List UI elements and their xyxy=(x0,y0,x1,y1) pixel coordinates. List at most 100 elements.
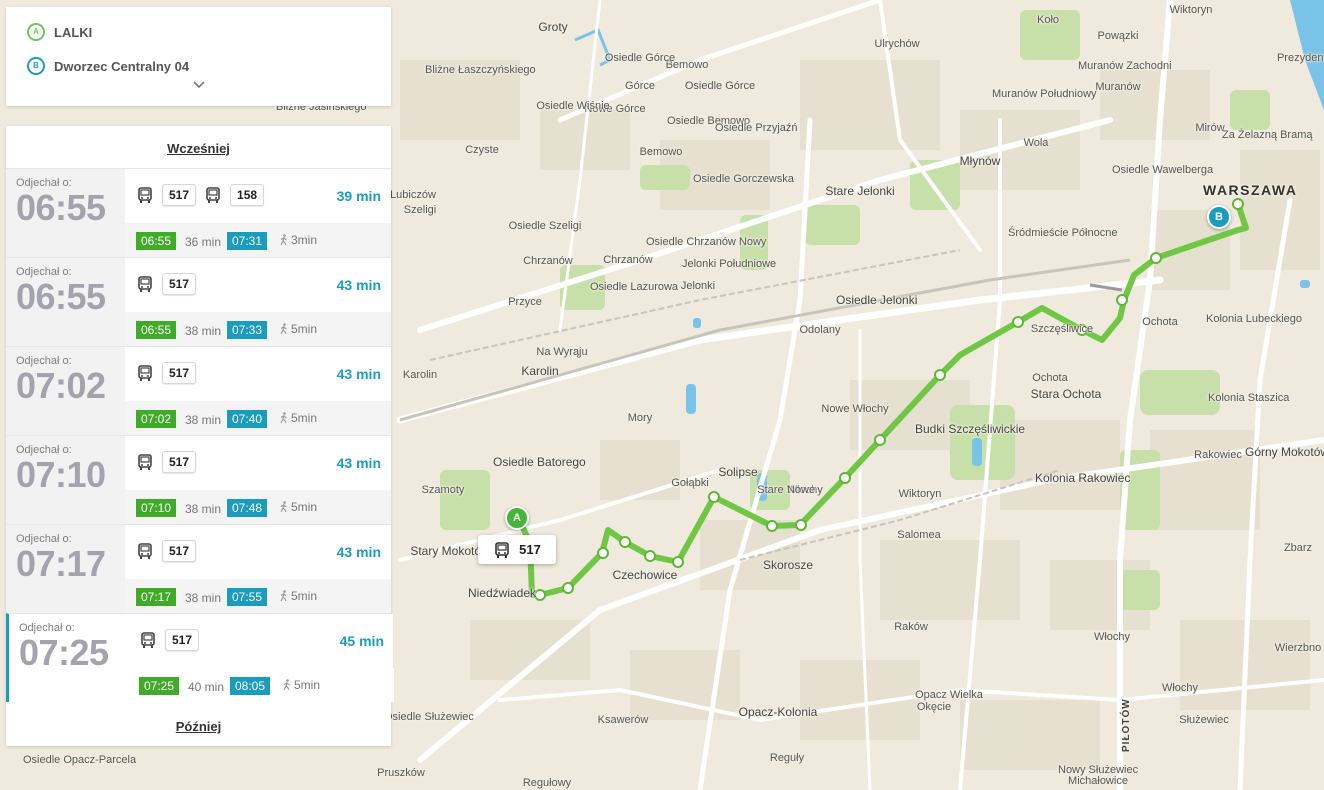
origin-stop[interactable]: A LALKI xyxy=(27,23,92,41)
trip-details: 517 43 min 06:55 38 min 07:33 5min xyxy=(125,258,391,346)
map-road-label: PIŁOTÓW xyxy=(1121,698,1132,752)
origin-badge: A xyxy=(27,23,45,41)
map-place-label: Osiedle Opacz-Parcela xyxy=(23,754,137,766)
depart-time-badge: 07:02 xyxy=(136,410,177,428)
map-place-label: Ulrychów xyxy=(874,38,920,50)
line-list: 517 xyxy=(136,540,197,562)
trip-duration: 39 min xyxy=(336,188,381,204)
map-place-label: Osiedle Wiśnie xyxy=(536,100,610,112)
ride-duration: 38 min xyxy=(185,413,222,427)
map-place-label: Powązki xyxy=(1097,30,1139,42)
map-place-label: Szeligi xyxy=(403,204,437,216)
destination-name: Dworzec Centralny 04 xyxy=(54,58,190,74)
map-place-label: Wierzbno xyxy=(1274,642,1322,654)
route-stops-panel: A LALKI B Dworzec Centralny 04 xyxy=(6,7,391,106)
line-badge: 517 xyxy=(162,451,197,473)
ride-duration: 40 min xyxy=(188,680,225,694)
map-place-label: Prezydenckie xyxy=(1276,52,1324,64)
trip-details: 517 45 min 07:25 40 min 08:05 5min xyxy=(128,614,394,702)
map-place-label: Ochota xyxy=(1032,372,1068,384)
later-link[interactable]: Później xyxy=(6,719,391,734)
departure-block: Odjechał o: 06:55 xyxy=(6,258,125,346)
departure-block: Odjechał o: 07:10 xyxy=(6,436,125,524)
result-row[interactable]: Odjechał o: 06:55 517 158 39 min 06:55 36 min 0… xyxy=(6,168,391,257)
map-place-label: Zbarz xyxy=(1283,542,1313,554)
result-row[interactable]: Odjechał o: 06:55 517 43 min 06:55 38 min 07:3… xyxy=(6,257,391,346)
map-place-label: Za Żelazną Bramą xyxy=(1222,129,1313,141)
map-place-label: Odolany xyxy=(799,324,841,336)
walk-duration: 5min xyxy=(279,589,317,603)
arrival-time-badge: 07:55 xyxy=(227,588,268,606)
map-place-label: Górce xyxy=(625,80,655,92)
result-row[interactable]: Odjechał o: 07:10 517 43 min 07:10 38 min 07:4… xyxy=(6,435,391,524)
ride-duration: 36 min xyxy=(185,235,222,249)
trip-duration: 43 min xyxy=(336,544,381,560)
map-place-label: Kolonia Lubeckiego xyxy=(1206,313,1303,325)
map-place-label: Muranów Południowy xyxy=(992,88,1097,100)
destination-marker[interactable]: B xyxy=(1207,205,1231,229)
departure-block: Odjechał o: 06:55 xyxy=(6,169,125,257)
map-place-label: Opacz-Kolonia xyxy=(738,705,818,719)
walk-time: 5min xyxy=(294,678,321,692)
line-list: 517 xyxy=(136,451,197,473)
map-place-label: Solipse xyxy=(718,465,758,479)
map-place-label: Bliżne Łaszczyńskiego xyxy=(425,64,536,76)
result-row[interactable]: Odjechał o: 07:25 517 45 min 07:25 40 min 08:0… xyxy=(6,613,394,702)
trip-duration: 43 min xyxy=(336,277,381,293)
walk-icon xyxy=(280,323,287,335)
trip-details: 517 43 min 07:10 38 min 07:48 5min xyxy=(125,436,391,524)
map-place-label: Nowe Włochy xyxy=(821,403,889,415)
ride-duration: 38 min xyxy=(185,591,222,605)
map-place-label: Skorosze xyxy=(762,558,814,572)
map-place-label: Osiedle Szeligi xyxy=(508,220,582,232)
trip-details: 517 158 39 min 06:55 36 min 07:31 3min xyxy=(125,169,391,257)
walk-time: 5min xyxy=(291,322,318,336)
walk-duration: 5min xyxy=(282,678,320,692)
trip-duration: 43 min xyxy=(336,366,381,382)
map-place-label: Osiedle Wawelberga xyxy=(1112,164,1214,176)
walk-icon xyxy=(280,501,287,513)
map-line-number: 517 xyxy=(519,542,541,557)
bus-icon xyxy=(141,632,155,648)
map-place-label: Śródmieście Północne xyxy=(1008,227,1118,239)
line-badge: 517 xyxy=(162,362,197,384)
walk-icon xyxy=(280,590,287,602)
result-row[interactable]: Odjechał o: 07:17 517 43 min 07:17 38 min 07:5… xyxy=(6,524,391,613)
walk-icon xyxy=(283,679,290,691)
depart-time-badge: 07:25 xyxy=(139,677,180,695)
map-place-label: Wiktoryn xyxy=(898,488,942,500)
destination-stop[interactable]: B Dworzec Centralny 04 xyxy=(27,57,189,75)
chevron-down-icon[interactable] xyxy=(192,80,206,90)
map-place-label: Bemowo xyxy=(639,146,683,158)
walk-time: 5min xyxy=(291,500,318,514)
map-place-label: Osiedle Chrzanów Nowy xyxy=(646,236,767,248)
map-place-label: Przyce xyxy=(508,296,542,308)
map-place-label: Włochy xyxy=(1161,682,1199,694)
map-place-label: Groty xyxy=(538,20,568,34)
trip-details: 517 43 min 07:17 38 min 07:55 5min xyxy=(125,525,391,613)
map-place-label: Jelonki xyxy=(680,280,716,292)
origin-marker[interactable]: A xyxy=(505,506,529,530)
map-place-label: Mory xyxy=(627,412,653,424)
walk-icon xyxy=(280,412,287,424)
line-list: 517 xyxy=(136,362,197,384)
map-place-label: Kolonia Rakowiec xyxy=(1035,471,1131,485)
map-place-label: Czechowice xyxy=(612,568,678,582)
map-place-label: Służewiec xyxy=(1179,714,1229,726)
walk-time: 3min xyxy=(291,233,318,247)
map-place-label: Pruszków xyxy=(377,767,425,779)
earlier-link[interactable]: Wcześniej xyxy=(6,141,391,156)
map-place-label: Reguły xyxy=(769,752,805,764)
result-row[interactable]: Odjechał o: 07:02 517 43 min 07:02 38 min 07:4… xyxy=(6,346,391,435)
bus-icon xyxy=(495,541,509,558)
map-place-label: Budki Szczęśliwickie xyxy=(915,422,1026,436)
map-place-label: Niedźwiadek xyxy=(467,586,537,600)
bus-icon xyxy=(138,187,152,203)
walk-duration: 3min xyxy=(279,233,317,247)
map-place-label: Muranów Zachodni xyxy=(1078,60,1172,72)
map-place-label: Młynów xyxy=(959,154,1001,168)
map-line-badge[interactable]: 517 xyxy=(478,535,556,564)
map-place-label: Wola xyxy=(1023,137,1049,149)
departure-time: 07:10 xyxy=(16,454,106,495)
bus-icon xyxy=(138,454,152,470)
